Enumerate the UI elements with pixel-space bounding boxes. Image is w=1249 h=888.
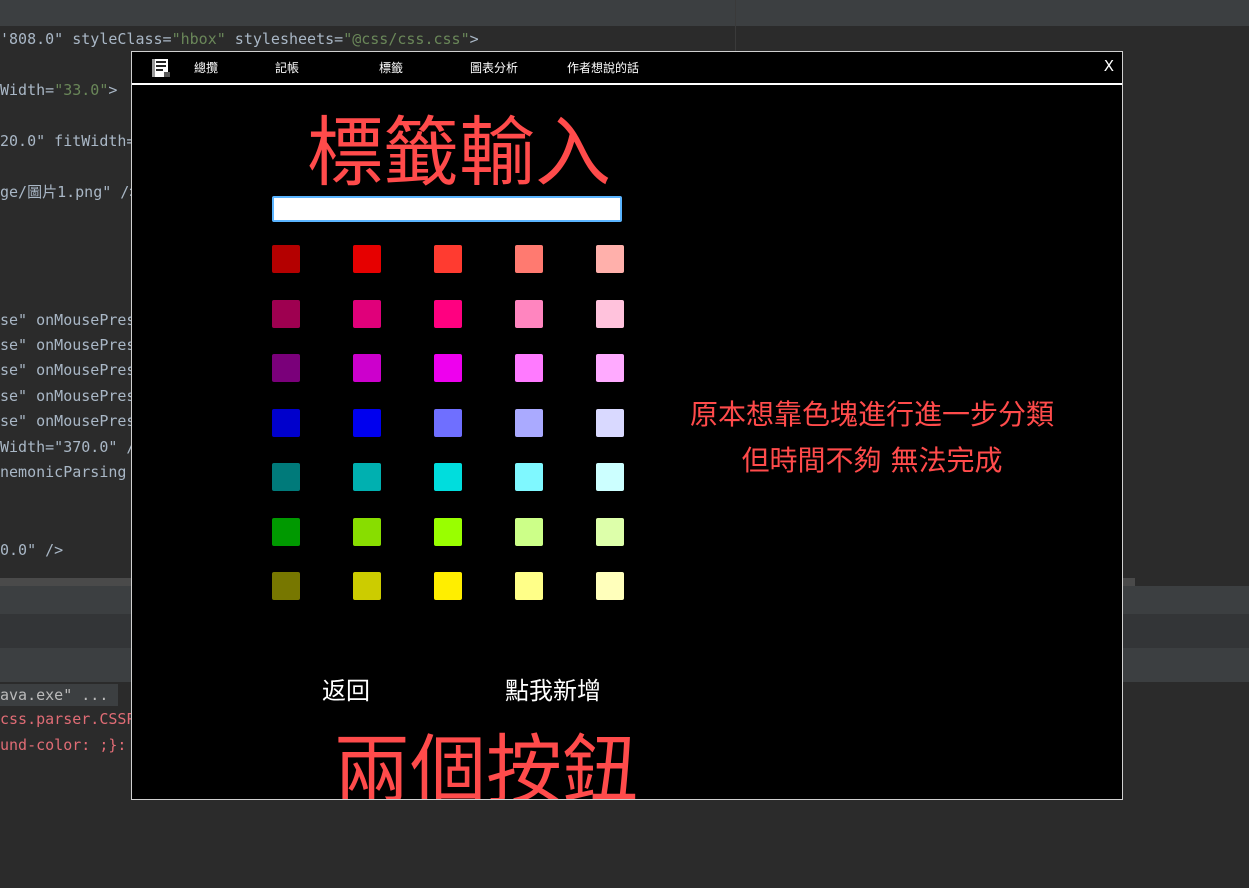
menu-item-author-notes[interactable]: 作者想說的話 xyxy=(567,60,639,76)
color-swatch[interactable] xyxy=(353,245,381,273)
color-swatch[interactable] xyxy=(434,300,462,328)
code-line: nemonicParsing xyxy=(0,462,126,482)
color-swatch[interactable] xyxy=(353,572,381,600)
code-line: se" onMousePres xyxy=(0,310,135,330)
color-swatch[interactable] xyxy=(596,300,624,328)
buttons-caption: 兩個按鈕 xyxy=(334,726,638,800)
code-token: 20.0" fitWidth= xyxy=(0,132,136,150)
menu-item-tags[interactable]: 標籤 xyxy=(379,60,403,76)
color-swatch[interactable] xyxy=(434,354,462,382)
page-title: 標籤輸入 xyxy=(307,108,611,197)
code-token: Width="370.0" / xyxy=(0,438,136,456)
color-swatch[interactable] xyxy=(353,518,381,546)
menu-item-chart-analysis[interactable]: 圖表分析 xyxy=(470,60,518,76)
color-swatch[interactable] xyxy=(353,354,381,382)
color-swatch[interactable] xyxy=(272,518,300,546)
code-token: "@css/css.css" xyxy=(343,30,470,48)
color-swatch[interactable] xyxy=(434,409,462,437)
menu-bar: 總攬 記帳 標籤 圖表分析 作者想說的話 X xyxy=(132,52,1122,85)
code-token: "hbox" xyxy=(171,30,226,48)
color-swatch[interactable] xyxy=(272,354,300,382)
color-swatch[interactable] xyxy=(515,354,543,382)
code-token: '808.0" styleClass= xyxy=(0,30,172,48)
code-token: "33.0" xyxy=(54,81,109,99)
color-swatch[interactable] xyxy=(596,518,624,546)
color-swatch[interactable] xyxy=(515,409,543,437)
color-swatch[interactable] xyxy=(272,245,300,273)
code-line: se" onMousePres xyxy=(0,386,135,406)
color-swatch[interactable] xyxy=(515,245,543,273)
note-line: 但時間不夠 無法完成 xyxy=(741,444,1003,477)
code-line: se" onMousePres xyxy=(0,411,135,431)
tag-input[interactable] xyxy=(272,196,622,222)
code-line: ge/圖片1.png" /> xyxy=(0,182,138,202)
code-line: se" onMousePres xyxy=(0,335,135,355)
color-swatch[interactable] xyxy=(596,245,624,273)
console-error-line: und-color: ;}: xyxy=(0,736,127,754)
close-button[interactable]: X xyxy=(1104,57,1114,75)
menu-item-accounting[interactable]: 記帳 xyxy=(275,60,299,76)
back-button[interactable]: 返回 xyxy=(322,676,370,706)
note-text: 原本想靠色塊進行進一步分類 但時間不夠 無法完成 xyxy=(652,392,1092,484)
code-token: se" onMousePres xyxy=(0,311,136,329)
code-line: 0.0" /> xyxy=(0,540,63,560)
color-swatch[interactable] xyxy=(515,518,543,546)
code-token: 0.0" /> xyxy=(0,541,64,559)
color-swatch[interactable] xyxy=(434,245,462,273)
code-line: Width="33.0"> xyxy=(0,80,117,100)
app-window: 總攬 記帳 標籤 圖表分析 作者想說的話 X 標籤輸入 原本想靠色塊進行進一步分… xyxy=(131,51,1123,800)
code-token: stylesheets= xyxy=(225,30,344,48)
color-swatch[interactable] xyxy=(434,463,462,491)
code-token: > xyxy=(469,30,479,48)
color-swatch[interactable] xyxy=(272,463,300,491)
color-swatch[interactable] xyxy=(515,463,543,491)
code-line: Width="370.0" / xyxy=(0,437,135,457)
code-token: nemonicParsing xyxy=(0,463,127,481)
color-swatch[interactable] xyxy=(434,518,462,546)
code-token: se" onMousePres xyxy=(0,412,136,430)
color-swatch[interactable] xyxy=(272,300,300,328)
color-swatch[interactable] xyxy=(272,572,300,600)
color-swatch[interactable] xyxy=(353,409,381,437)
color-swatch[interactable] xyxy=(596,463,624,491)
ide-tab-bar xyxy=(0,0,1249,26)
note-line: 原本想靠色塊進行進一步分類 xyxy=(689,398,1054,431)
code-token: se" onMousePres xyxy=(0,336,136,354)
color-swatch[interactable] xyxy=(515,572,543,600)
code-line: 20.0" fitWidth= xyxy=(0,131,135,151)
color-swatch[interactable] xyxy=(515,300,543,328)
code-token: se" onMousePres xyxy=(0,361,136,379)
color-swatch[interactable] xyxy=(353,300,381,328)
code-token: ge/圖片1.png" /> xyxy=(0,183,139,201)
code-token: > xyxy=(108,81,118,99)
code-token: Width= xyxy=(0,81,55,99)
console-command-line: ava.exe" ... xyxy=(0,684,119,706)
color-swatch[interactable] xyxy=(596,572,624,600)
color-swatch[interactable] xyxy=(434,572,462,600)
code-line: '808.0" styleClass="hbox" stylesheets="@… xyxy=(0,29,479,49)
console-error-line: css.parser.CSSP xyxy=(0,710,136,728)
book-icon[interactable] xyxy=(150,57,172,79)
add-tag-button[interactable]: 點我新增 xyxy=(505,676,601,706)
color-swatch[interactable] xyxy=(596,354,624,382)
menu-item-overview[interactable]: 總攬 xyxy=(194,60,218,76)
color-swatch[interactable] xyxy=(353,463,381,491)
code-line: se" onMousePres xyxy=(0,360,135,380)
code-token: se" onMousePres xyxy=(0,387,136,405)
color-swatch[interactable] xyxy=(596,409,624,437)
color-swatch[interactable] xyxy=(272,409,300,437)
